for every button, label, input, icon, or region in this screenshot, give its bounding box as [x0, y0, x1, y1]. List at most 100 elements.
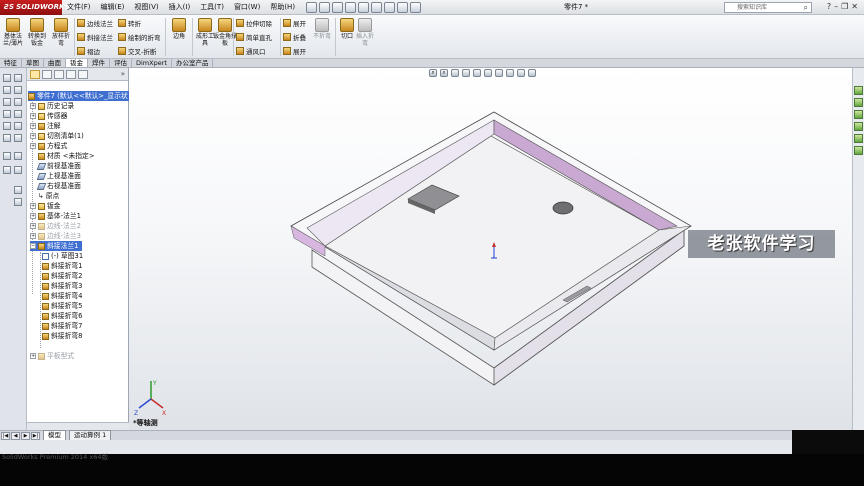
unfold-button[interactable]: 展开 — [283, 18, 306, 28]
tab-weldments[interactable]: 焊件 — [88, 59, 110, 67]
toolbar-tool-17-icon[interactable] — [14, 186, 22, 194]
new-icon[interactable] — [306, 1, 318, 13]
tab-sheet-metal[interactable]: 钣金 — [66, 59, 88, 67]
base-flange-button[interactable]: 基体法兰/薄片 — [2, 18, 24, 47]
simple-hole-button[interactable]: 简单直孔 — [236, 32, 272, 42]
menu-edit[interactable]: 编辑(E) — [96, 0, 130, 15]
tree-item-sensors[interactable]: + 传感器 — [30, 111, 67, 121]
last-tab-icon[interactable]: ▶| — [31, 431, 40, 440]
jog-button[interactable]: 转折 — [118, 18, 141, 28]
tab-dimxpert[interactable]: DimXpert — [132, 59, 172, 67]
tab-surfaces[interactable]: 曲面 — [44, 59, 66, 67]
menu-help[interactable]: 帮助(H) — [265, 0, 300, 15]
tree-item-miter-bend-3[interactable]: 斜接折弯3 — [42, 281, 83, 291]
toolbar-tool-7-icon[interactable] — [3, 110, 11, 118]
file-explorer-icon[interactable] — [854, 110, 863, 119]
minimize-icon[interactable]: – — [834, 2, 838, 11]
toolbar-tool-2-icon[interactable] — [14, 74, 22, 82]
featuremanager-scrollbar[interactable] — [27, 422, 129, 430]
undo-icon[interactable] — [358, 1, 370, 13]
flatten-button[interactable]: 展开 — [283, 46, 306, 56]
tab-evaluate[interactable]: 评估 — [110, 59, 132, 67]
rebuild-icon[interactable] — [384, 1, 396, 13]
dimxpert-tab-icon[interactable] — [66, 69, 76, 79]
toolbar-tool-5-icon[interactable] — [3, 98, 11, 106]
cross-break-button[interactable]: 交叉-折断 — [118, 46, 156, 56]
design-library-icon[interactable] — [854, 98, 863, 107]
tree-item-material[interactable]: 材质 <未指定> — [38, 151, 95, 161]
toolbar-tool-9-icon[interactable] — [3, 122, 11, 130]
toolbar-tool-10-icon[interactable] — [14, 122, 22, 130]
tree-item-origin[interactable]: ↳ 原点 — [38, 191, 59, 201]
lofted-bend-button[interactable]: 放样折弯 — [50, 18, 72, 47]
property-manager-tab-icon[interactable] — [42, 69, 52, 79]
menu-tools[interactable]: 工具(T) — [195, 0, 229, 15]
sketched-bend-button[interactable]: 绘制的折弯 — [118, 32, 161, 42]
tree-item-miter-bend-5[interactable]: 斜接折弯5 — [42, 301, 83, 311]
open-icon[interactable] — [319, 1, 331, 13]
corners-button[interactable]: 边角 — [168, 18, 190, 40]
tree-item-right-plane[interactable]: 右视基准面 — [36, 181, 81, 191]
toolbar-tool-6-icon[interactable] — [14, 98, 22, 106]
tree-item-miter-bend-2[interactable]: 斜接折弯2 — [42, 271, 83, 281]
tree-item-miter-bend-4[interactable]: 斜接折弯4 — [42, 291, 83, 301]
toolbar-tool-12-icon[interactable] — [14, 134, 22, 142]
next-tab-icon[interactable]: ▶ — [21, 431, 30, 440]
save-icon[interactable] — [332, 1, 344, 13]
menu-window[interactable]: 窗口(W) — [229, 0, 265, 15]
tree-item-history[interactable]: + 历史记录 — [30, 101, 74, 111]
tab-office-products[interactable]: 办公室产品 — [172, 59, 214, 67]
hem-button[interactable]: 褶边 — [77, 46, 100, 56]
print-icon[interactable] — [345, 1, 357, 13]
toolbar-tool-4-icon[interactable] — [14, 86, 22, 94]
toolbar-tool-15-icon[interactable] — [3, 166, 11, 174]
miter-flange-button[interactable]: 斜接法兰 — [77, 32, 113, 42]
tree-item-edge-flange-2[interactable]: + 边线-法兰2 — [30, 221, 81, 231]
sheetmetal-gusset-button[interactable]: 钣金角撑板 — [212, 18, 238, 47]
toolbar-tool-18-icon[interactable] — [14, 198, 22, 206]
vent-button[interactable]: 通风口 — [236, 46, 266, 56]
expand-toggle[interactable]: + — [30, 143, 36, 149]
expand-toggle[interactable]: + — [30, 123, 36, 129]
tree-item-front-plane[interactable]: 前视基准面 — [36, 161, 81, 171]
tree-item-top-plane[interactable]: 上视基准面 — [36, 171, 81, 181]
appearances-icon[interactable] — [854, 134, 863, 143]
prev-tab-icon[interactable]: ◀ — [11, 431, 20, 440]
tree-item-miter-bend-8[interactable]: 斜接折弯8 — [42, 331, 83, 341]
custom-properties-icon[interactable] — [854, 146, 863, 155]
tree-item-equations[interactable]: + 方程式 — [30, 141, 67, 151]
close-icon[interactable]: ✕ — [851, 2, 858, 11]
insert-bends-button[interactable]: 插入折弯 — [354, 18, 376, 47]
menu-file[interactable]: 文件(F) — [62, 0, 96, 15]
tree-item-cut-list[interactable]: + 切割清单(1) — [30, 131, 84, 141]
no-bends-button[interactable]: 不折弯 — [311, 18, 333, 40]
tree-item-sketch-31[interactable]: (-) 草图31 — [42, 251, 83, 261]
file-properties-icon[interactable] — [397, 1, 409, 13]
expand-toggle[interactable]: + — [30, 233, 36, 239]
display-manager-tab-icon[interactable] — [78, 69, 88, 79]
search-input[interactable]: 搜索知识库 ⌕ — [724, 2, 812, 13]
tree-root-part[interactable]: 零件7 (默认<<默认>_显示状 — [28, 91, 131, 101]
configuration-tab-icon[interactable] — [54, 69, 64, 79]
tree-item-sheet-metal[interactable]: + 钣金 — [30, 201, 61, 211]
restore-icon[interactable]: ❐ — [841, 2, 848, 11]
expand-toggle[interactable]: + — [30, 353, 36, 359]
toolbar-tool-1-icon[interactable] — [3, 74, 11, 82]
first-tab-icon[interactable]: |◀ — [1, 431, 10, 440]
expand-toggle[interactable]: + — [30, 213, 36, 219]
collapse-toggle[interactable]: − — [30, 243, 36, 249]
expand-toggle[interactable]: + — [30, 133, 36, 139]
resources-icon[interactable] — [854, 86, 863, 95]
tree-item-miter-bend-1[interactable]: 斜接折弯1 — [42, 261, 83, 271]
menu-view[interactable]: 视图(V) — [129, 0, 163, 15]
help-icon[interactable]: ? — [827, 2, 831, 11]
view-palette-icon[interactable] — [854, 122, 863, 131]
solidworks-logo[interactable]: ƧS SOLIDWORKS — [0, 0, 70, 15]
expand-toggle[interactable]: + — [30, 113, 36, 119]
toolbar-tool-14-icon[interactable] — [14, 152, 22, 160]
edge-flange-button[interactable]: 边线法兰 — [77, 18, 113, 28]
toolbar-tool-8-icon[interactable] — [14, 110, 22, 118]
toolbar-tool-3-icon[interactable] — [3, 86, 11, 94]
expand-toggle[interactable]: + — [30, 223, 36, 229]
chevron-right-icon[interactable]: » — [121, 70, 125, 78]
